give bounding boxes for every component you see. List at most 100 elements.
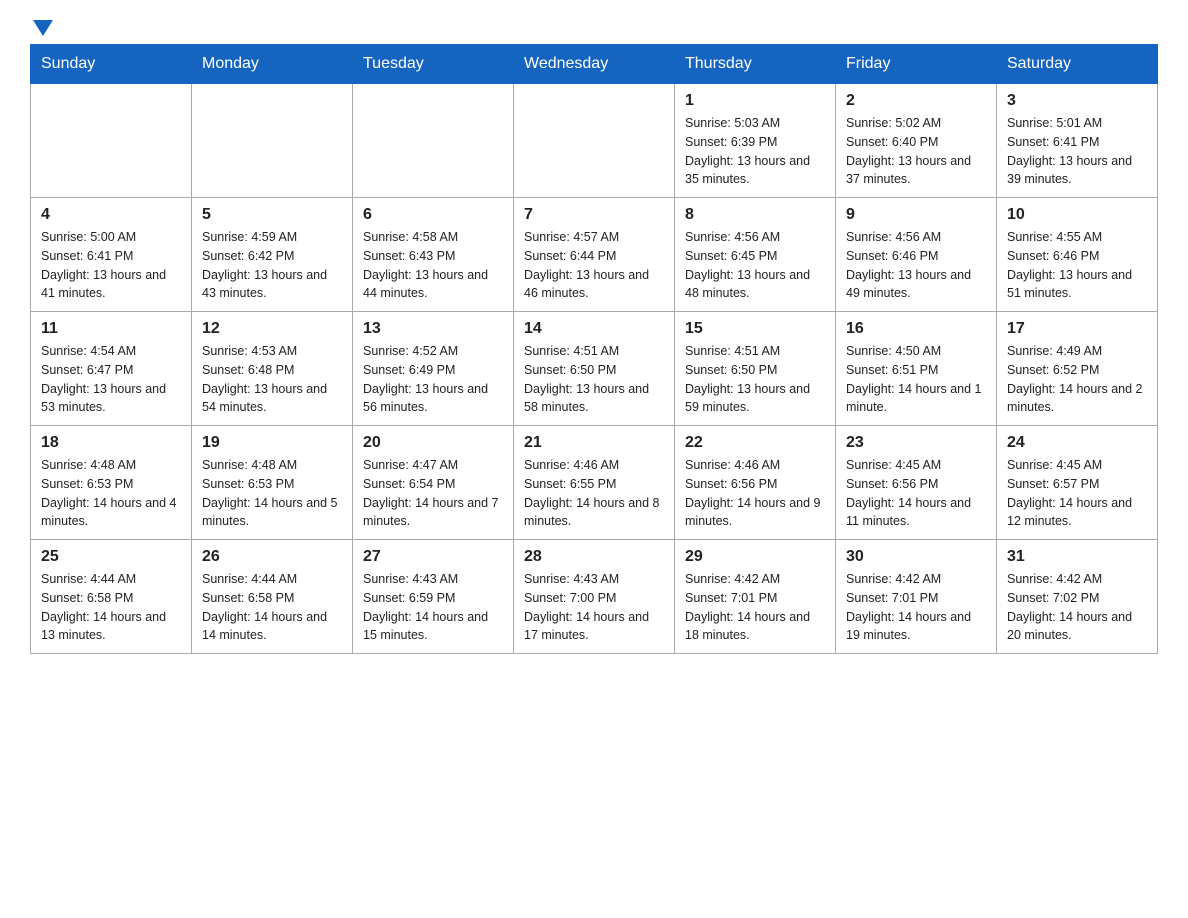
day-info: Sunrise: 4:50 AMSunset: 6:51 PMDaylight:… — [846, 342, 986, 417]
day-info: Sunrise: 4:46 AMSunset: 6:55 PMDaylight:… — [524, 456, 664, 531]
calendar-week-row: 4Sunrise: 5:00 AMSunset: 6:41 PMDaylight… — [31, 198, 1158, 312]
calendar-cell: 6 Sunrise: 4:58 AMSunset: 6:43 PMDaylight… — [353, 198, 514, 312]
day-info: Sunrise: 4:44 AMSunset: 6:58 PMDaylight:… — [41, 570, 181, 645]
day-info: Sunrise: 4:51 AMSunset: 6:50 PMDaylight:… — [685, 342, 825, 417]
day-info: Sunrise: 4:43 AMSunset: 6:59 PMDaylight:… — [363, 570, 503, 645]
calendar-cell — [192, 84, 353, 198]
calendar-cell: 29 Sunrise: 4:42 AMSunset: 7:01 PMDayligh… — [675, 540, 836, 654]
day-info: Sunrise: 4:56 AMSunset: 6:45 PMDaylight:… — [685, 228, 825, 303]
calendar-cell: 12 Sunrise: 4:53 AMSunset: 6:48 PMDayligh… — [192, 312, 353, 426]
day-number: 16 — [846, 320, 986, 338]
day-number: 28 — [524, 548, 664, 566]
calendar-cell: 31 Sunrise: 4:42 AMSunset: 7:02 PMDayligh… — [997, 540, 1158, 654]
calendar-cell: 19 Sunrise: 4:48 AMSunset: 6:53 PMDayligh… — [192, 426, 353, 540]
day-number: 24 — [1007, 434, 1147, 452]
calendar-week-row: 11 Sunrise: 4:54 AMSunset: 6:47 PMDayligh… — [31, 312, 1158, 426]
calendar-cell — [31, 84, 192, 198]
calendar-cell: 17 Sunrise: 4:49 AMSunset: 6:52 PMDayligh… — [997, 312, 1158, 426]
day-of-week-header: Thursday — [675, 45, 836, 84]
day-info: Sunrise: 4:45 AMSunset: 6:56 PMDaylight:… — [846, 456, 986, 531]
calendar-table: SundayMondayTuesdayWednesdayThursdayFrid… — [30, 44, 1158, 654]
calendar-cell: 13Sunrise: 4:52 AMSunset: 6:49 PMDayligh… — [353, 312, 514, 426]
day-info: Sunrise: 4:48 AMSunset: 6:53 PMDaylight:… — [202, 456, 342, 531]
day-info: Sunrise: 4:42 AMSunset: 7:01 PMDaylight:… — [846, 570, 986, 645]
day-number: 5 — [202, 206, 342, 224]
calendar-header: SundayMondayTuesdayWednesdayThursdayFrid… — [31, 45, 1158, 84]
day-number: 11 — [41, 320, 181, 338]
day-of-week-header: Wednesday — [514, 45, 675, 84]
day-number: 26 — [202, 548, 342, 566]
day-number: 22 — [685, 434, 825, 452]
day-number: 20 — [363, 434, 503, 452]
day-number: 31 — [1007, 548, 1147, 566]
calendar-cell: 3Sunrise: 5:01 AMSunset: 6:41 PMDaylight… — [997, 84, 1158, 198]
calendar-cell: 1 Sunrise: 5:03 AMSunset: 6:39 PMDaylight… — [675, 84, 836, 198]
day-info: Sunrise: 4:57 AMSunset: 6:44 PMDaylight:… — [524, 228, 664, 303]
calendar-cell: 4Sunrise: 5:00 AMSunset: 6:41 PMDaylight… — [31, 198, 192, 312]
day-number: 15 — [685, 320, 825, 338]
day-info: Sunrise: 4:51 AMSunset: 6:50 PMDaylight:… — [524, 342, 664, 417]
calendar-cell — [353, 84, 514, 198]
day-number: 30 — [846, 548, 986, 566]
day-info: Sunrise: 5:00 AMSunset: 6:41 PMDaylight:… — [41, 228, 181, 303]
calendar-cell: 25 Sunrise: 4:44 AMSunset: 6:58 PMDayligh… — [31, 540, 192, 654]
calendar-week-row: 25 Sunrise: 4:44 AMSunset: 6:58 PMDayligh… — [31, 540, 1158, 654]
day-info: Sunrise: 4:48 AMSunset: 6:53 PMDaylight:… — [41, 456, 181, 531]
day-of-week-header: Tuesday — [353, 45, 514, 84]
calendar-cell: 22 Sunrise: 4:46 AMSunset: 6:56 PMDayligh… — [675, 426, 836, 540]
logo-triangle-icon — [33, 20, 53, 36]
calendar-cell: 11 Sunrise: 4:54 AMSunset: 6:47 PMDayligh… — [31, 312, 192, 426]
calendar-cell: 7 Sunrise: 4:57 AMSunset: 6:44 PMDaylight… — [514, 198, 675, 312]
logo — [30, 20, 53, 34]
day-info: Sunrise: 5:01 AMSunset: 6:41 PMDaylight:… — [1007, 114, 1147, 189]
day-info: Sunrise: 4:42 AMSunset: 7:01 PMDaylight:… — [685, 570, 825, 645]
calendar-cell: 20Sunrise: 4:47 AMSunset: 6:54 PMDayligh… — [353, 426, 514, 540]
day-number: 6 — [363, 206, 503, 224]
calendar-cell: 23 Sunrise: 4:45 AMSunset: 6:56 PMDayligh… — [836, 426, 997, 540]
day-number: 7 — [524, 206, 664, 224]
day-info: Sunrise: 4:55 AMSunset: 6:46 PMDaylight:… — [1007, 228, 1147, 303]
day-info: Sunrise: 4:59 AMSunset: 6:42 PMDaylight:… — [202, 228, 342, 303]
day-number: 8 — [685, 206, 825, 224]
day-number: 14 — [524, 320, 664, 338]
day-info: Sunrise: 4:54 AMSunset: 6:47 PMDaylight:… — [41, 342, 181, 417]
calendar-cell: 5 Sunrise: 4:59 AMSunset: 6:42 PMDaylight… — [192, 198, 353, 312]
calendar-cell: 9 Sunrise: 4:56 AMSunset: 6:46 PMDaylight… — [836, 198, 997, 312]
day-info: Sunrise: 4:58 AMSunset: 6:43 PMDaylight:… — [363, 228, 503, 303]
day-number: 17 — [1007, 320, 1147, 338]
day-of-week-header: Friday — [836, 45, 997, 84]
day-number: 27 — [363, 548, 503, 566]
day-number: 2 — [846, 92, 986, 110]
day-number: 29 — [685, 548, 825, 566]
day-number: 23 — [846, 434, 986, 452]
day-info: Sunrise: 4:44 AMSunset: 6:58 PMDaylight:… — [202, 570, 342, 645]
day-info: Sunrise: 5:03 AMSunset: 6:39 PMDaylight:… — [685, 114, 825, 189]
day-number: 13 — [363, 320, 503, 338]
day-info: Sunrise: 4:46 AMSunset: 6:56 PMDaylight:… — [685, 456, 825, 531]
calendar-cell: 2Sunrise: 5:02 AMSunset: 6:40 PMDaylight… — [836, 84, 997, 198]
calendar-cell: 14 Sunrise: 4:51 AMSunset: 6:50 PMDayligh… — [514, 312, 675, 426]
day-info: Sunrise: 4:42 AMSunset: 7:02 PMDaylight:… — [1007, 570, 1147, 645]
day-of-week-header: Saturday — [997, 45, 1158, 84]
day-info: Sunrise: 4:43 AMSunset: 7:00 PMDaylight:… — [524, 570, 664, 645]
day-number: 19 — [202, 434, 342, 452]
day-number: 25 — [41, 548, 181, 566]
day-info: Sunrise: 4:49 AMSunset: 6:52 PMDaylight:… — [1007, 342, 1147, 417]
calendar-cell: 21Sunrise: 4:46 AMSunset: 6:55 PMDayligh… — [514, 426, 675, 540]
calendar-cell: 15 Sunrise: 4:51 AMSunset: 6:50 PMDayligh… — [675, 312, 836, 426]
calendar-cell — [514, 84, 675, 198]
calendar-cell: 30 Sunrise: 4:42 AMSunset: 7:01 PMDayligh… — [836, 540, 997, 654]
day-number: 12 — [202, 320, 342, 338]
day-info: Sunrise: 4:45 AMSunset: 6:57 PMDaylight:… — [1007, 456, 1147, 531]
calendar-cell: 16 Sunrise: 4:50 AMSunset: 6:51 PMDayligh… — [836, 312, 997, 426]
day-number: 9 — [846, 206, 986, 224]
calendar-cell: 28 Sunrise: 4:43 AMSunset: 7:00 PMDayligh… — [514, 540, 675, 654]
calendar-cell: 10Sunrise: 4:55 AMSunset: 6:46 PMDayligh… — [997, 198, 1158, 312]
calendar-cell: 26 Sunrise: 4:44 AMSunset: 6:58 PMDayligh… — [192, 540, 353, 654]
calendar-week-row: 1 Sunrise: 5:03 AMSunset: 6:39 PMDaylight… — [31, 84, 1158, 198]
days-of-week-row: SundayMondayTuesdayWednesdayThursdayFrid… — [31, 45, 1158, 84]
day-number: 18 — [41, 434, 181, 452]
day-info: Sunrise: 4:56 AMSunset: 6:46 PMDaylight:… — [846, 228, 986, 303]
day-number: 1 — [685, 92, 825, 110]
day-info: Sunrise: 4:53 AMSunset: 6:48 PMDaylight:… — [202, 342, 342, 417]
